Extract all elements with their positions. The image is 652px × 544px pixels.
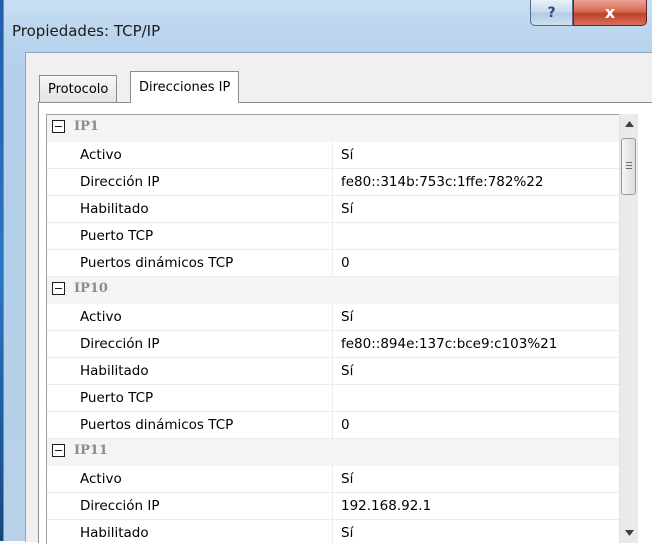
property-value[interactable]: Sí xyxy=(341,466,353,492)
property-row[interactable]: Habilitado Sí xyxy=(47,358,620,385)
property-name: Puerto TCP xyxy=(80,223,333,249)
property-value[interactable]: 0 xyxy=(341,250,350,276)
tab-strip: Protocolo Direcciones IP xyxy=(26,53,652,103)
property-row[interactable]: Activo Sí xyxy=(47,142,620,169)
vertical-scrollbar[interactable] xyxy=(619,114,638,543)
property-value[interactable]: 0 xyxy=(341,412,350,438)
property-name: Puerto TCP xyxy=(80,385,333,411)
question-icon: ? xyxy=(547,4,556,21)
properties-dialog: Propiedades: TCP/IP ? x Protocolo Direcc… xyxy=(3,0,652,544)
property-value[interactable]: Sí xyxy=(341,142,353,168)
property-row[interactable]: Habilitado Sí xyxy=(47,196,620,223)
property-row[interactable]: Dirección IP 192.168.92.1 xyxy=(47,493,620,520)
property-name: Habilitado xyxy=(80,358,333,384)
category-row[interactable]: IP10 xyxy=(47,277,620,304)
property-name: Habilitado xyxy=(80,196,333,222)
property-name: Dirección IP xyxy=(80,493,333,519)
grip-line xyxy=(626,168,632,169)
title-bar[interactable]: Propiedades: TCP/IP ? x xyxy=(4,0,652,52)
tab-label: Protocolo xyxy=(48,81,109,97)
category-label: IP10 xyxy=(74,281,108,296)
grip-line xyxy=(626,165,632,166)
property-name: Puertos dinámicos TCP xyxy=(80,412,333,438)
grip-line xyxy=(626,162,632,163)
arrow-down-icon xyxy=(624,530,634,536)
tab-panel: IP1 Activo Sí Dirección IP fe80::314b:753c:1… xyxy=(38,102,652,544)
tab-protocolo[interactable]: Protocolo xyxy=(39,75,118,102)
collapse-icon[interactable] xyxy=(52,120,65,133)
property-name: Habilitado xyxy=(80,520,333,544)
scroll-up-button[interactable] xyxy=(620,114,638,134)
collapse-icon[interactable] xyxy=(52,444,65,457)
property-row[interactable]: Activo Sí xyxy=(47,466,620,493)
property-row[interactable]: Puerto TCP xyxy=(47,385,620,412)
scroll-down-button[interactable] xyxy=(620,523,638,543)
property-name: Activo xyxy=(80,142,333,168)
scroll-thumb[interactable] xyxy=(621,138,636,195)
category-row[interactable]: IP1 xyxy=(47,115,620,142)
property-grid: IP1 Activo Sí Dirección IP fe80::314b:753c:1… xyxy=(46,114,620,544)
property-name: Activo xyxy=(80,466,333,492)
category-row[interactable]: IP11 xyxy=(47,439,620,466)
property-row[interactable]: Dirección IP fe80::314b:753c:1ffe:782%22 xyxy=(47,169,620,196)
property-value[interactable]: 192.168.92.1 xyxy=(341,493,431,519)
help-button[interactable]: ? xyxy=(530,0,573,26)
property-value[interactable]: Sí xyxy=(341,358,353,384)
window-title: Propiedades: TCP/IP xyxy=(12,22,161,40)
category-label: IP1 xyxy=(74,119,99,134)
collapse-icon[interactable] xyxy=(52,282,65,295)
property-value[interactable]: Sí xyxy=(341,304,353,330)
property-value[interactable]: fe80::894e:137c:bce9:c103%21 xyxy=(341,331,557,357)
property-row[interactable]: Habilitado Sí xyxy=(47,520,620,544)
property-row[interactable]: Puertos dinámicos TCP 0 xyxy=(47,250,620,277)
property-value[interactable]: Sí xyxy=(341,520,353,544)
property-row[interactable]: Puerto TCP xyxy=(47,223,620,250)
category-label: IP11 xyxy=(74,443,108,458)
arrow-up-icon xyxy=(624,121,634,127)
dialog-body: Protocolo Direcciones IP IP1 Activo Sí Dire… xyxy=(25,52,652,544)
property-name: Dirección IP xyxy=(80,169,333,195)
property-value[interactable]: Sí xyxy=(341,196,353,222)
property-value[interactable]: fe80::314b:753c:1ffe:782%22 xyxy=(341,169,543,195)
property-row[interactable]: Puertos dinámicos TCP 0 xyxy=(47,412,620,439)
close-button[interactable]: x xyxy=(573,0,647,26)
property-name: Dirección IP xyxy=(80,331,333,357)
close-icon: x xyxy=(604,3,616,22)
property-name: Puertos dinámicos TCP xyxy=(80,250,333,276)
property-row[interactable]: Activo Sí xyxy=(47,304,620,331)
property-name: Activo xyxy=(80,304,333,330)
tab-direcciones-ip[interactable]: Direcciones IP xyxy=(130,71,240,103)
property-row[interactable]: Dirección IP fe80::894e:137c:bce9:c103%21 xyxy=(47,331,620,358)
tab-label: Direcciones IP xyxy=(139,80,231,95)
